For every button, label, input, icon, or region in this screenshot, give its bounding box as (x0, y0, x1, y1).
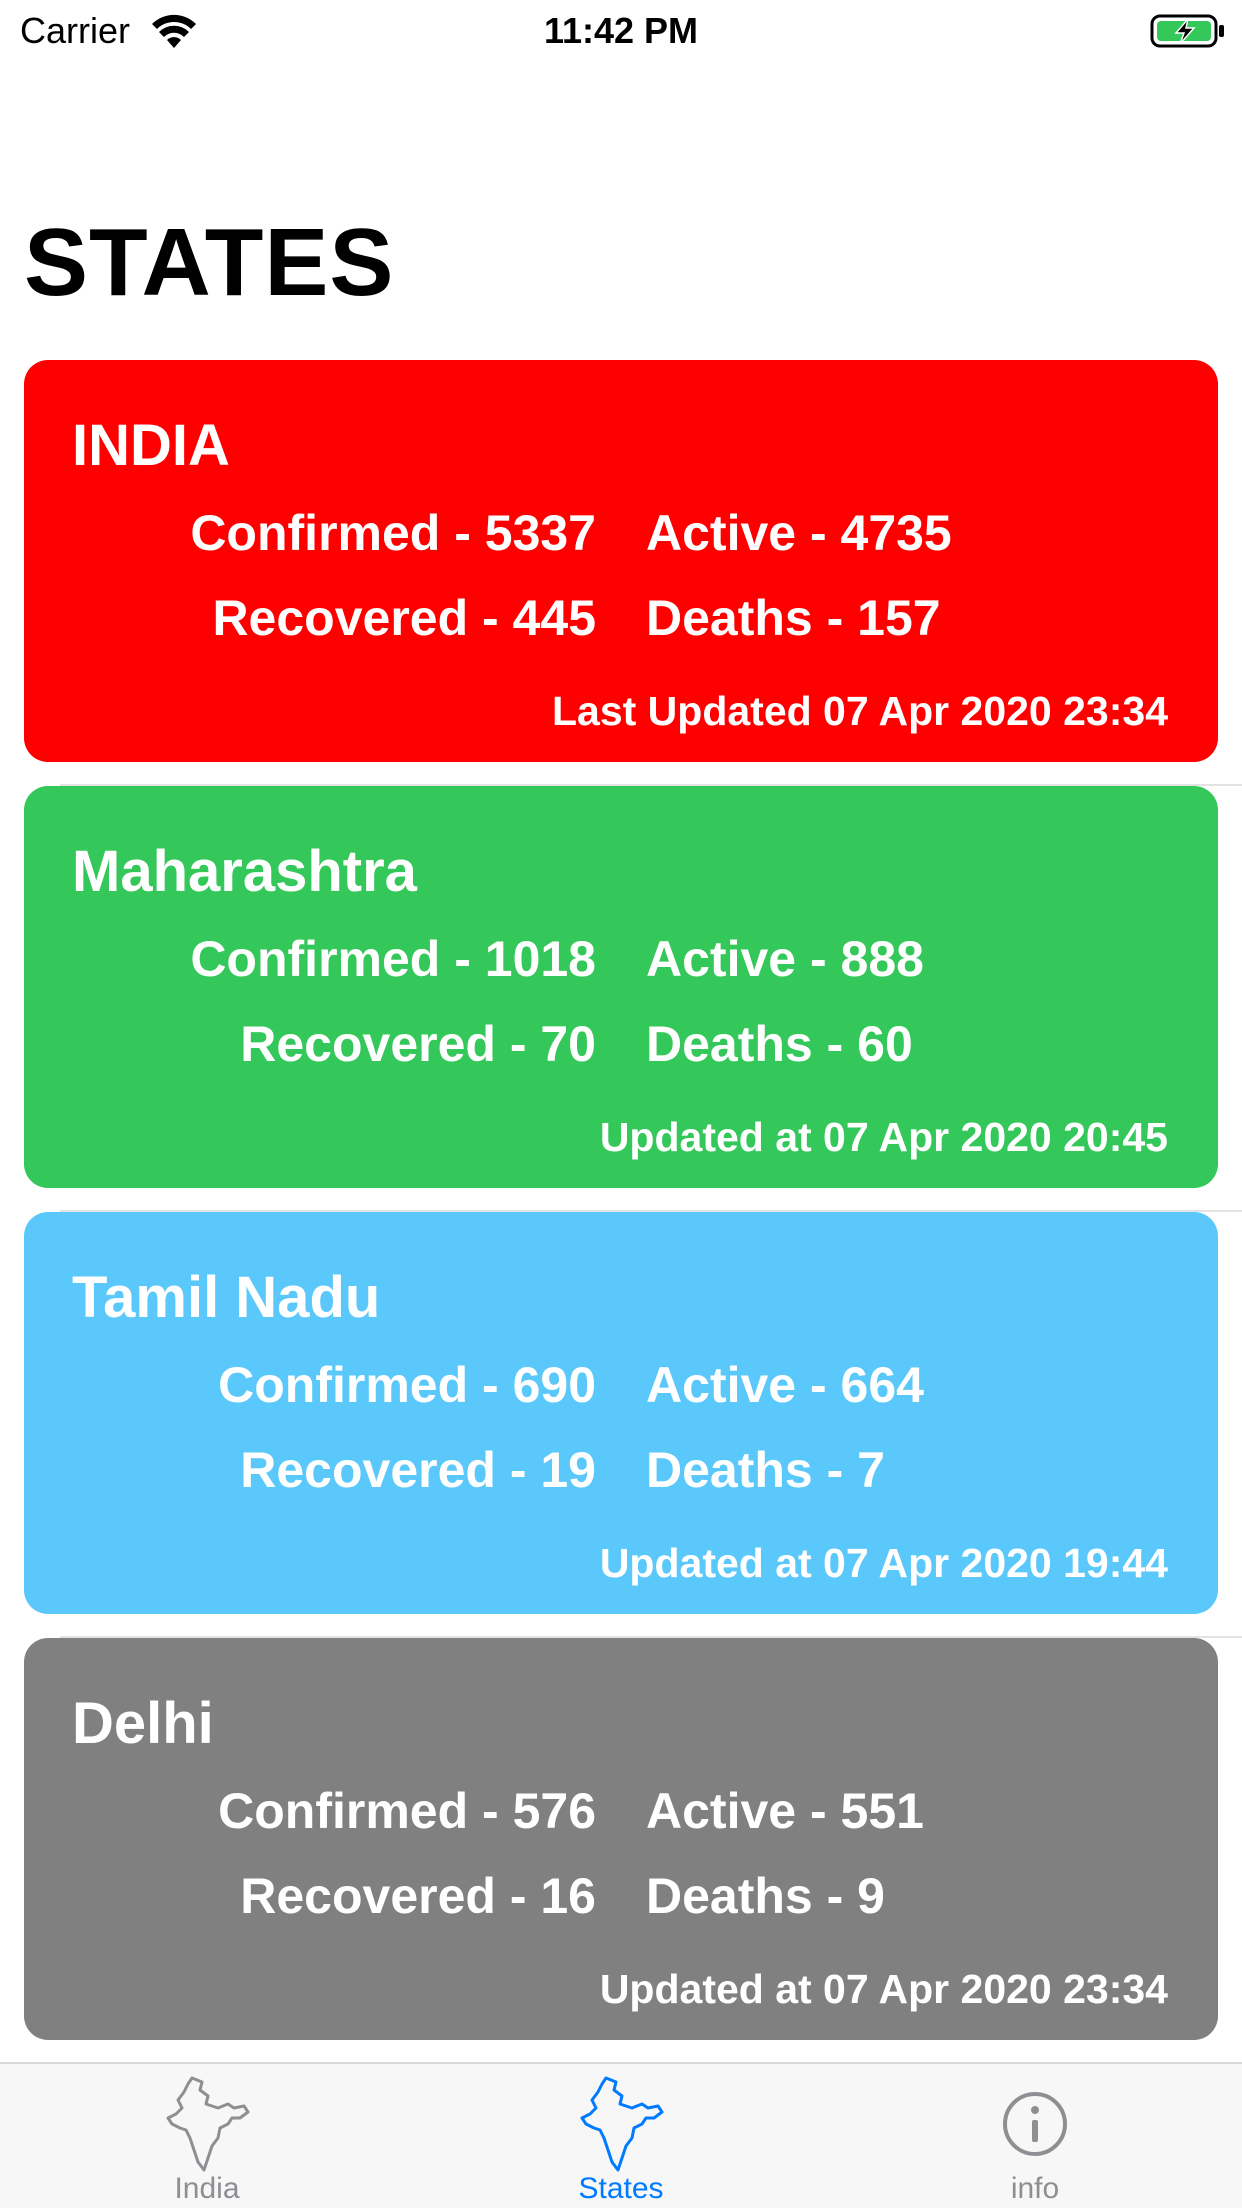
state-card-india[interactable]: INDIA Confirmed - 5337 Active - 4735 Rec… (24, 360, 1218, 762)
active-label: Active - 664 (646, 1357, 924, 1413)
card-title: Maharashtra (72, 839, 417, 904)
confirmed-label: Confirmed - 576 (218, 1783, 596, 1839)
deaths-label: Deaths - 7 (646, 1442, 885, 1498)
tab-info[interactable]: info (828, 2064, 1242, 2208)
deaths-label: Deaths - 157 (646, 590, 941, 646)
state-card-delhi[interactable]: Delhi Confirmed - 576 Active - 551 Recov… (24, 1638, 1218, 2040)
updated-label: Last Updated 07 Apr 2020 23:34 (551, 688, 1168, 734)
state-card-maharashtra[interactable]: Maharashtra Confirmed - 1018 Active - 88… (24, 786, 1218, 1188)
list-item[interactable]: INDIA Confirmed - 5337 Active - 4735 Rec… (0, 360, 1242, 786)
clock: 11:42 PM (543, 10, 699, 51)
tab-bar: India States info (0, 2062, 1242, 2208)
tab-label: States (578, 2172, 664, 2205)
confirmed-label: Confirmed - 5337 (190, 505, 596, 561)
tab-india[interactable]: India (0, 2064, 414, 2208)
screen: Carrier 11:42 PM STATES INDIA Confirmed … (0, 0, 1242, 2208)
tab-label: India (174, 2172, 240, 2205)
list-item[interactable]: Delhi Confirmed - 576 Active - 551 Recov… (0, 1638, 1242, 2064)
deaths-label: Deaths - 9 (646, 1868, 885, 1924)
tab-label: info (1010, 2172, 1060, 2205)
updated-label: Updated at 07 Apr 2020 19:44 (599, 1540, 1168, 1586)
card-title: INDIA (72, 413, 230, 478)
list-item[interactable]: Tamil Nadu Confirmed - 690 Active - 664 … (0, 1212, 1242, 1638)
card-title: Tamil Nadu (72, 1265, 381, 1330)
recovered-label: Recovered - 19 (240, 1442, 596, 1498)
tab-states[interactable]: States (414, 2064, 828, 2208)
active-label: Active - 551 (646, 1783, 924, 1839)
recovered-label: Recovered - 445 (212, 590, 596, 646)
recovered-label: Recovered - 16 (240, 1868, 596, 1924)
card-title: Delhi (72, 1691, 214, 1756)
active-label: Active - 888 (646, 931, 924, 987)
updated-label: Updated at 07 Apr 2020 20:45 (599, 1114, 1168, 1160)
india-map-icon (580, 2076, 664, 2172)
page-title: STATES (24, 209, 395, 316)
battery-charging-icon (1150, 14, 1224, 48)
india-map-icon (166, 2076, 250, 2172)
deaths-label: Deaths - 60 (646, 1016, 913, 1072)
confirmed-label: Confirmed - 690 (218, 1357, 596, 1413)
state-card-tamil-nadu[interactable]: Tamil Nadu Confirmed - 690 Active - 664 … (24, 1212, 1218, 1614)
status-bar: Carrier 11:42 PM (0, 0, 1242, 64)
list-item[interactable]: Maharashtra Confirmed - 1018 Active - 88… (0, 786, 1242, 1212)
states-list[interactable]: INDIA Confirmed - 5337 Active - 4735 Rec… (0, 360, 1242, 2064)
confirmed-label: Confirmed - 1018 (190, 931, 596, 987)
active-label: Active - 4735 (646, 505, 952, 561)
info-icon (1003, 2092, 1067, 2156)
updated-label: Updated at 07 Apr 2020 23:34 (599, 1966, 1168, 2012)
recovered-label: Recovered - 70 (240, 1016, 596, 1072)
